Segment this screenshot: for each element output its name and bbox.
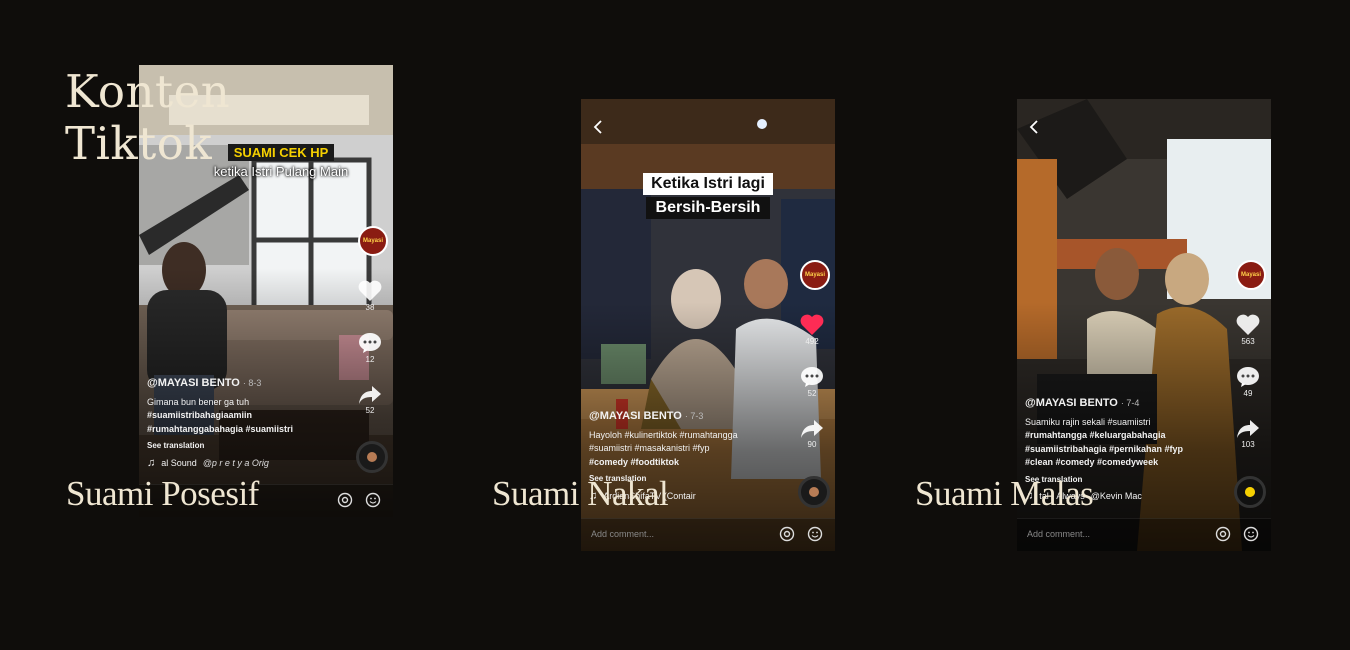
like-count: 38 bbox=[365, 303, 375, 312]
overlay-line-2: Bersih-Bersih bbox=[645, 197, 771, 219]
post-date: · 7-3 bbox=[684, 411, 704, 421]
heart-icon bbox=[1236, 314, 1260, 335]
post-date: · 8-3 bbox=[242, 378, 262, 388]
share-arrow-icon bbox=[1237, 420, 1259, 438]
comment-bar[interactable]: Add comment... bbox=[581, 518, 835, 551]
comment-bubble-icon bbox=[1237, 367, 1259, 387]
share-count: 90 bbox=[807, 440, 817, 449]
sound-disc-center bbox=[1245, 487, 1255, 497]
creator-avatar[interactable]: Mayasi bbox=[358, 226, 388, 256]
description-line: Gimana bun bener ga tuh bbox=[147, 396, 250, 407]
description-line: #suamiistri #masakanistri #fyp bbox=[589, 443, 710, 453]
video-description: Gimana bun bener ga tuh #suamiistribahag… bbox=[147, 396, 343, 437]
share-count: 103 bbox=[1241, 440, 1255, 449]
back-chevron-icon[interactable] bbox=[1027, 119, 1041, 135]
back-chevron-icon[interactable] bbox=[591, 119, 605, 135]
heart-icon bbox=[358, 280, 382, 301]
sound-info[interactable]: ♫ al Sound @p r e t y a Orig bbox=[147, 457, 343, 471]
emoji-icon[interactable] bbox=[365, 492, 381, 508]
comment-action[interactable]: 49 bbox=[1233, 366, 1263, 398]
share-arrow-icon bbox=[359, 386, 381, 404]
video-text-overlay: Ketika Istri lagi Bersih-Bersih bbox=[581, 173, 835, 219]
share-action[interactable]: 90 bbox=[797, 419, 827, 449]
emoji-icon[interactable] bbox=[1243, 526, 1259, 542]
comment-input-placeholder[interactable]: Add comment... bbox=[1027, 529, 1090, 539]
description-line: Hayoloh #kulinertiktok #rumahtangga bbox=[589, 429, 738, 440]
comment-count: 49 bbox=[1243, 389, 1253, 398]
sound-author: @p r e t y a Orig bbox=[202, 457, 269, 468]
page-title: Konten Tiktok bbox=[65, 66, 230, 170]
comment-action[interactable]: 52 bbox=[797, 366, 827, 398]
mention-icon[interactable] bbox=[1215, 526, 1231, 542]
post-date: · 7-4 bbox=[1120, 398, 1140, 408]
share-action[interactable]: 103 bbox=[1233, 419, 1263, 449]
creator-username[interactable]: @MAYASI BENTO bbox=[147, 377, 240, 389]
description-line: #clean #comedy #comedyweek bbox=[1025, 457, 1159, 467]
like-count: 563 bbox=[1241, 337, 1255, 346]
share-action[interactable]: 52 bbox=[355, 385, 385, 415]
video-caption-3: Suami Malas bbox=[915, 474, 1094, 513]
like-action[interactable]: 563 bbox=[1233, 314, 1263, 346]
comment-bar[interactable]: Add comment... bbox=[1017, 518, 1271, 551]
description-line: #rumahtanggabahagia #suamiistri bbox=[147, 423, 294, 434]
mention-icon[interactable] bbox=[779, 526, 795, 542]
mention-icon[interactable] bbox=[337, 492, 353, 508]
title-line-2: Tiktok bbox=[65, 117, 213, 170]
creator-username[interactable]: @MAYASI BENTO bbox=[589, 410, 682, 422]
comment-action[interactable]: 12 bbox=[355, 332, 385, 364]
share-arrow-icon bbox=[801, 420, 823, 438]
share-count: 52 bbox=[365, 406, 375, 415]
video-caption-2: Suami Nakal bbox=[492, 474, 669, 513]
description-line: Suamiku rajin sekali #suamiistri bbox=[1025, 416, 1151, 427]
video-info: @MAYASI BENTO · 8-3 Gimana bun bener ga … bbox=[147, 377, 343, 470]
overlay-line-1: Ketika Istri lagi bbox=[643, 173, 773, 195]
video-description: Suamiku rajin sekali #suamiistri #rumaht… bbox=[1025, 416, 1221, 470]
description-line: #suamiistribahagia #pernikahan #fyp bbox=[1025, 443, 1184, 454]
heart-icon bbox=[800, 314, 824, 335]
comment-bubble-icon bbox=[801, 367, 823, 387]
video-caption-1: Suami Posesif bbox=[66, 474, 259, 513]
title-line-1: Konten bbox=[65, 65, 231, 118]
sound-disc-icon[interactable] bbox=[798, 476, 830, 508]
sound-name: al Sound bbox=[161, 457, 197, 468]
creator-username[interactable]: @MAYASI BENTO bbox=[1025, 397, 1118, 409]
description-line: #suamiistribahagiaamiin bbox=[147, 410, 253, 420]
sound-author: @Kevin Mac bbox=[1090, 491, 1142, 501]
comment-input-placeholder[interactable]: Add comment... bbox=[591, 529, 654, 539]
comment-bubble-icon bbox=[359, 333, 381, 353]
comment-count: 52 bbox=[807, 389, 817, 398]
sound-disc-icon[interactable] bbox=[356, 441, 388, 473]
creator-avatar[interactable]: Mayasi bbox=[800, 260, 830, 290]
description-line: #comedy #foodtiktok bbox=[589, 456, 680, 467]
description-line: #rumahtangga #keluargabahagia bbox=[1025, 430, 1166, 440]
like-action[interactable]: 38 bbox=[355, 280, 385, 312]
video-description: Hayoloh #kulinertiktok #rumahtangga #sua… bbox=[589, 429, 785, 470]
overlay-line-1: SUAMI CEK HP bbox=[227, 144, 335, 161]
like-count: 492 bbox=[805, 337, 819, 346]
like-action[interactable]: 492 bbox=[797, 314, 827, 346]
music-note-icon: ♫ bbox=[147, 456, 156, 469]
emoji-icon[interactable] bbox=[807, 526, 823, 542]
creator-avatar[interactable]: Mayasi bbox=[1236, 260, 1266, 290]
see-translation-link[interactable]: See translation bbox=[147, 439, 343, 453]
comment-count: 12 bbox=[365, 355, 375, 364]
